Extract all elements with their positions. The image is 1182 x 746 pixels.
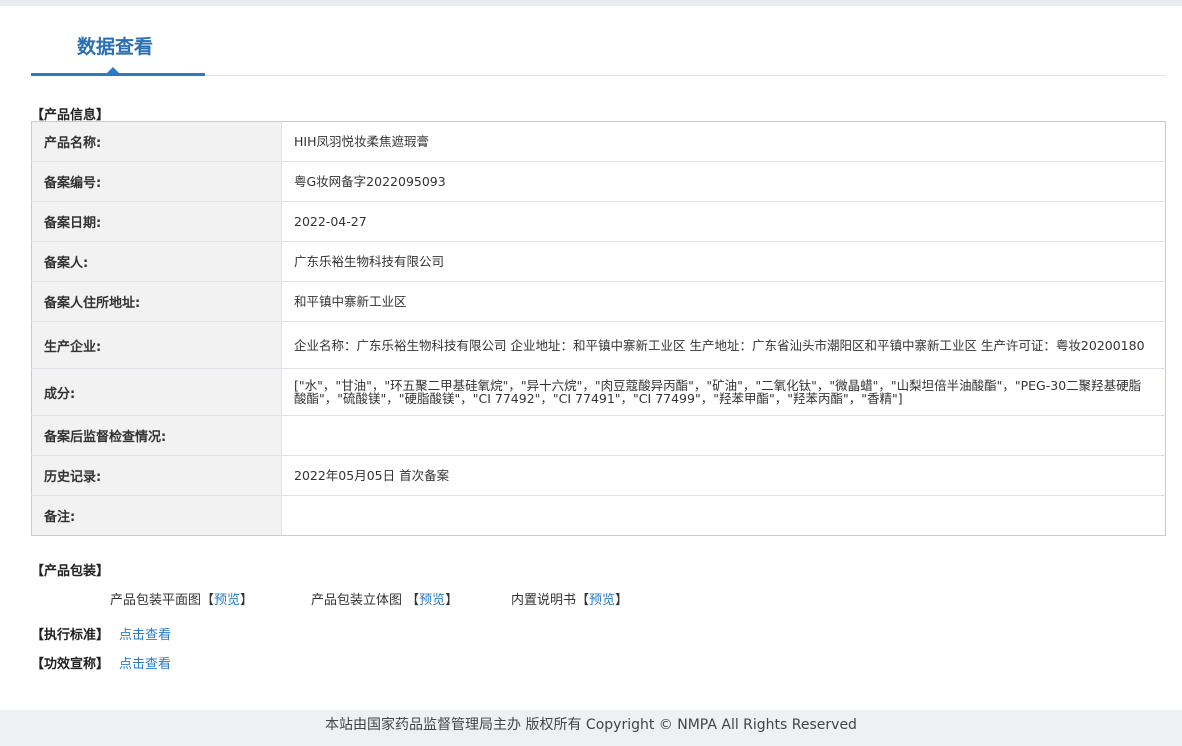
row-label: 备案日期: <box>31 201 282 242</box>
row-label: 备案后监督检查情况: <box>31 415 282 456</box>
row-value: 2022年05月05日 首次备案 <box>281 455 1166 496</box>
efficacy-row: 【功效宣称】 点击查看 <box>31 653 171 672</box>
packaging-item-label: 内置说明书 <box>511 593 577 608</box>
row-value: 和平镇中寨新工业区 <box>281 281 1166 322</box>
footer: 本站由国家药品监督管理局主办 版权所有 Copyright © NMPA All… <box>0 710 1182 746</box>
product-info-table: 产品名称: HIH凤羽悦妆柔焦遮瑕膏 备案编号: 粤G妆网备字202209509… <box>31 121 1166 536</box>
row-label: 产品名称: <box>31 121 282 162</box>
top-strip <box>0 0 1182 6</box>
row-value <box>281 415 1166 456</box>
row-value: 粤G妆网备字2022095093 <box>281 161 1166 202</box>
efficacy-label: 【功效宣称】 <box>31 657 110 672</box>
row-label: 生产企业: <box>31 321 282 369</box>
row-value <box>282 496 1166 536</box>
table-row: 备案编号: 粤G妆网备字2022095093 <box>31 161 1166 202</box>
packaging-item-label: 产品包装立体图 <box>311 593 407 608</box>
standard-label: 【执行标准】 <box>31 628 110 643</box>
row-label: 成分: <box>31 368 282 416</box>
tab-divider <box>205 75 1166 76</box>
row-value: HIH凤羽悦妆柔焦遮瑕膏 <box>281 121 1166 162</box>
row-label: 备案人住所地址: <box>31 281 282 322</box>
row-value: 企业名称：广东乐裕生物科技有限公司 企业地址：和平镇中寨新工业区 生产地址：广东… <box>281 321 1166 369</box>
tab-data-view[interactable]: 数据查看 <box>77 32 153 59</box>
table-row: 生产企业: 企业名称：广东乐裕生物科技有限公司 企业地址：和平镇中寨新工业区 生… <box>31 321 1166 369</box>
table-row: 历史记录: 2022年05月05日 首次备案 <box>31 455 1166 496</box>
efficacy-view-link[interactable]: 点击查看 <box>119 657 171 672</box>
standard-view-link[interactable]: 点击查看 <box>119 628 171 643</box>
row-label: 备案编号: <box>31 161 282 202</box>
table-row: 备案后监督检查情况: <box>31 415 1166 456</box>
table-row: 成分: ["水"，"甘油"，"环五聚二甲基硅氧烷"，"异十六烷"，"肉豆蔻酸异丙… <box>31 368 1166 416</box>
row-value: ["水"，"甘油"，"环五聚二甲基硅氧烷"，"异十六烷"，"肉豆蔻酸异丙酯"，"… <box>281 368 1166 416</box>
packaging-item-manual: 内置说明书【预览】 <box>511 593 629 608</box>
preview-manual-link[interactable]: 预览 <box>589 593 615 608</box>
standard-row: 【执行标准】 点击查看 <box>31 624 171 643</box>
row-value: 广东乐裕生物科技有限公司 <box>281 241 1166 282</box>
table-row: 备案人: 广东乐裕生物科技有限公司 <box>31 241 1166 282</box>
packaging-item-3d: 产品包装立体图 【预览】 <box>311 593 459 608</box>
preview-flat-link[interactable]: 预览 <box>214 593 240 608</box>
table-row: 备案日期: 2022-04-27 <box>31 201 1166 242</box>
row-label: 备案人: <box>31 241 282 282</box>
table-row: 产品名称: HIH凤羽悦妆柔焦遮瑕膏 <box>31 121 1166 162</box>
table-row: 备案人住所地址: 和平镇中寨新工业区 <box>31 281 1166 322</box>
packaging-item-label: 产品包装平面图 <box>110 593 202 608</box>
row-value: 2022-04-27 <box>281 201 1166 242</box>
packaging-item-flat: 产品包装平面图【预览】 <box>110 593 254 608</box>
footer-copyright: 本站由国家药品监督管理局主办 版权所有 Copyright © NMPA All… <box>325 717 857 733</box>
packaging-section-title: 【产品包装】 <box>31 564 110 579</box>
row-label: 历史记录: <box>31 455 282 496</box>
tab-bar: 数据查看 <box>31 20 1166 76</box>
active-tab-indicator <box>31 73 205 76</box>
table-row: 备注: <box>31 495 1166 536</box>
preview-3d-link[interactable]: 预览 <box>419 593 445 608</box>
row-label: 备注: <box>31 495 282 536</box>
caret-up-icon <box>107 67 119 73</box>
